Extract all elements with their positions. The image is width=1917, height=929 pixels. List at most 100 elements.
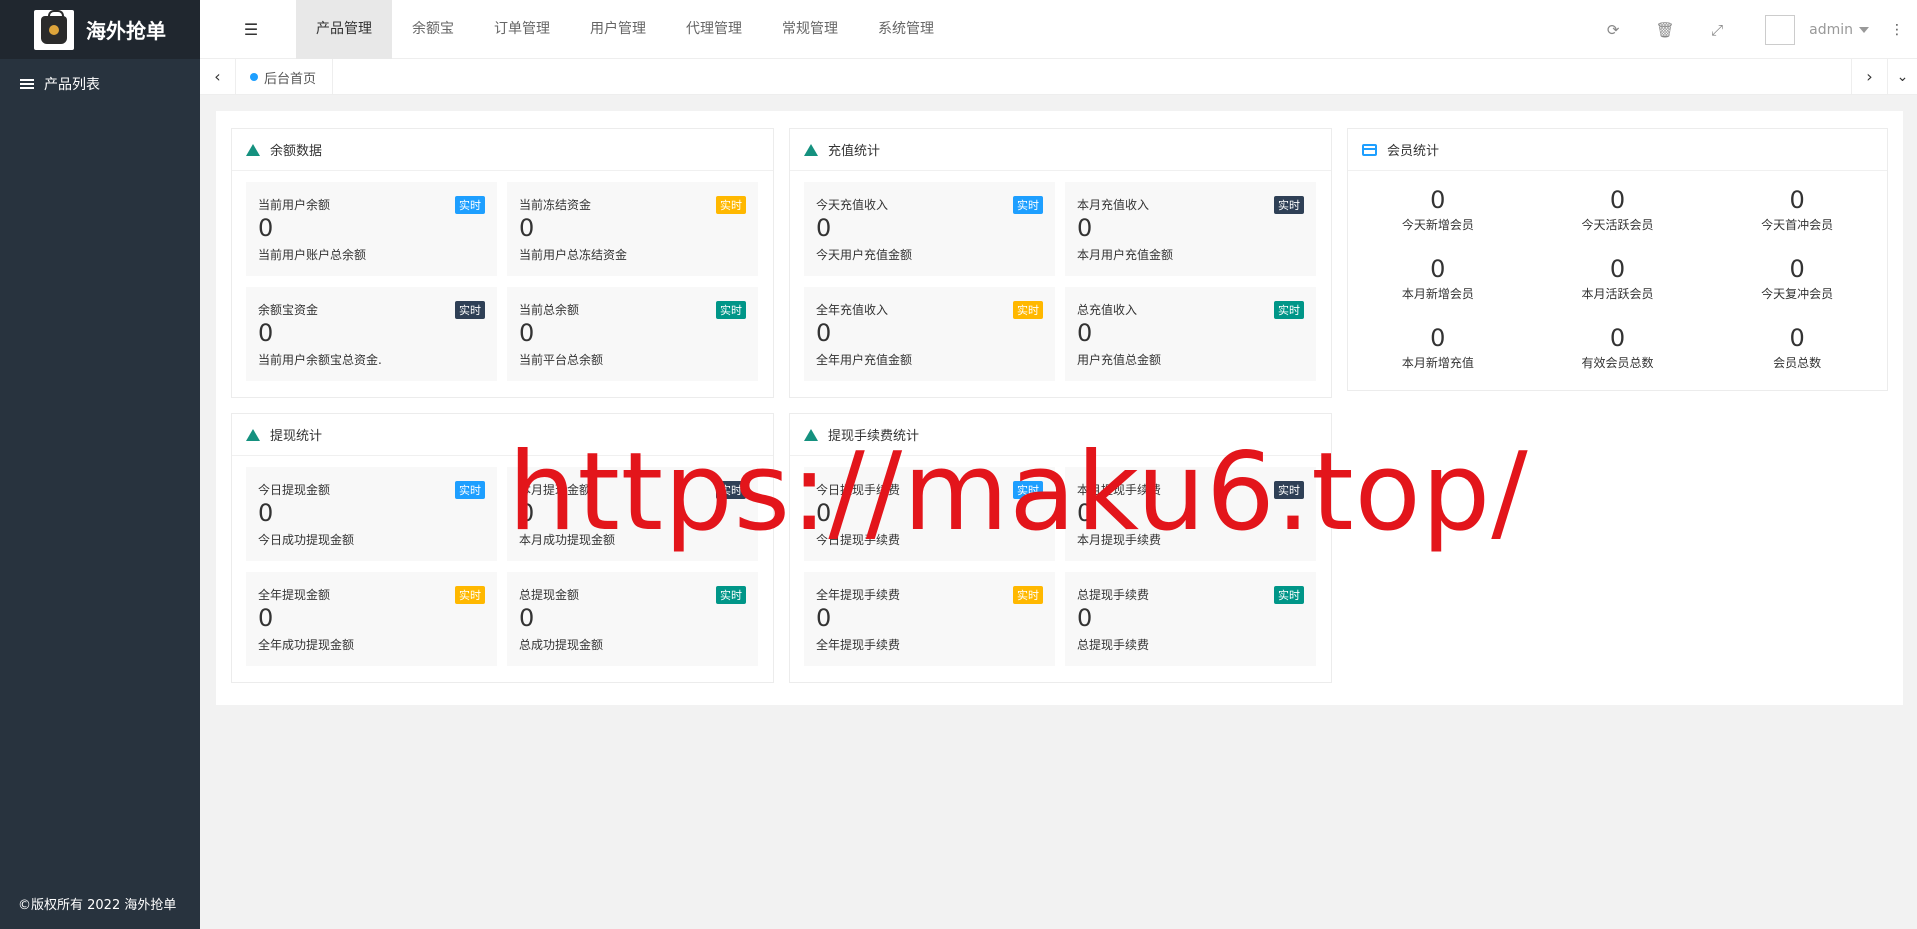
- card-title: 会员统计: [1387, 144, 1440, 159]
- realtime-badge: 实时: [1274, 196, 1304, 214]
- member-stat: 0 本月新增充值: [1348, 324, 1528, 371]
- stat-value: 0: [519, 319, 535, 347]
- list-icon: [20, 79, 34, 89]
- stat-label: 当前总余额: [519, 303, 580, 317]
- logo[interactable]: 海外抢单: [0, 0, 200, 59]
- stat-desc: 当前用户总冻结资金: [519, 248, 628, 262]
- stat-desc: 当前用户余额宝总资金.: [258, 353, 382, 367]
- tab-home[interactable]: 后台首页: [236, 59, 334, 95]
- card-title: 充值统计: [828, 144, 881, 159]
- card-header: 会员统计: [1348, 129, 1887, 171]
- realtime-badge: 实时: [1274, 301, 1304, 319]
- member-stat: 0 会员总数: [1707, 324, 1887, 371]
- user-name[interactable]: admin: [1809, 22, 1853, 38]
- nav-item-product[interactable]: 产品管理: [296, 0, 392, 59]
- credit-card-icon: [1362, 143, 1377, 156]
- member-stat: 0 今天首冲会员: [1707, 186, 1887, 233]
- menu-toggle-icon[interactable]: ☰: [226, 0, 276, 59]
- nav-item-yuebao[interactable]: 余额宝: [392, 0, 474, 59]
- member-stat-label: 会员总数: [1773, 356, 1822, 370]
- stat-box: 全年提现手续费 实时 0 全年提现手续费: [804, 572, 1055, 666]
- stat-desc: 用户充值总金额: [1077, 353, 1162, 367]
- member-stat-value: 0: [1430, 324, 1446, 352]
- avatar[interactable]: [1765, 14, 1796, 45]
- realtime-badge: 实时: [1013, 196, 1043, 214]
- member-stat-label: 今天复冲会员: [1761, 287, 1834, 301]
- stat-label: 全年充值收入: [816, 303, 889, 317]
- member-stat: 0 今天新增会员: [1348, 186, 1528, 233]
- realtime-badge: 实时: [1274, 586, 1304, 604]
- stat-value: 0: [1077, 604, 1093, 632]
- member-stat: 0 本月新增会员: [1348, 255, 1528, 302]
- member-stat-label: 本月活跃会员: [1581, 287, 1654, 301]
- member-stat-label: 今天新增会员: [1401, 218, 1474, 232]
- realtime-badge: 实时: [455, 196, 485, 214]
- realtime-badge: 实时: [455, 301, 485, 319]
- member-stat-value: 0: [1430, 186, 1446, 214]
- stat-label: 全年提现手续费: [816, 588, 901, 602]
- stat-desc: 总提现手续费: [1077, 638, 1150, 652]
- stat-value: 0: [258, 319, 274, 347]
- nav-item-system[interactable]: 系统管理: [858, 0, 954, 59]
- stat-value: 0: [258, 214, 274, 242]
- stat-box: 全年提现金额 实时 0 全年成功提现金额: [246, 572, 497, 666]
- balance-card: 余额数据 当前用户余额 实时 0 当前用户账户总余额 当前冻结资金 实时 0 当…: [231, 128, 774, 398]
- stat-desc: 今日成功提现金额: [258, 533, 355, 547]
- stat-desc: 本月用户充值金额: [1077, 248, 1174, 262]
- realtime-badge: 实时: [716, 586, 746, 604]
- chevron-down-icon[interactable]: ⌄: [1887, 59, 1917, 95]
- dashboard-content: 余额数据 当前用户余额 实时 0 当前用户账户总余额 当前冻结资金 实时 0 当…: [216, 111, 1903, 705]
- stat-box: 总提现手续费 实时 0 总提现手续费: [1065, 572, 1316, 666]
- realtime-badge: 实时: [455, 481, 485, 499]
- member-stat-value: 0: [1789, 255, 1805, 283]
- card-title: 余额数据: [270, 144, 323, 159]
- stat-label: 当前冻结资金: [519, 198, 592, 212]
- copyright: ©版权所有 2022 海外抢单: [18, 898, 177, 913]
- stat-value: 0: [519, 604, 535, 632]
- member-stat-value: 0: [1609, 324, 1626, 352]
- stat-box: 本月充值收入 实时 0 本月用户充值金额: [1065, 182, 1316, 276]
- stat-desc: 全年提现手续费: [816, 638, 901, 652]
- member-stat: 0 今天复冲会员: [1707, 255, 1887, 302]
- stat-label: 总提现金额: [519, 588, 580, 602]
- more-icon[interactable]: ⋮: [1877, 22, 1917, 38]
- stat-box: 当前冻结资金 实时 0 当前用户总冻结资金: [507, 182, 758, 276]
- stat-label: 全年提现金额: [258, 588, 331, 602]
- fullscreen-icon[interactable]: ⤢: [1691, 21, 1743, 39]
- stat-box: 总提现金额 实时 0 总成功提现金额: [507, 572, 758, 666]
- top-nav: 产品管理 余额宝 订单管理 用户管理 代理管理 常规管理 系统管理: [296, 0, 954, 59]
- stat-value: 0: [519, 214, 535, 242]
- stat-desc: 当前平台总余额: [519, 353, 604, 367]
- realtime-badge: 实时: [1013, 586, 1043, 604]
- member-stat: 0 本月活跃会员: [1528, 255, 1708, 302]
- stat-desc: 今天用户充值金额: [816, 248, 913, 262]
- stat-box: 全年充值收入 实时 0 全年用户充值金额: [804, 287, 1055, 381]
- member-stat-label: 今天首冲会员: [1761, 218, 1834, 232]
- nav-item-users[interactable]: 用户管理: [570, 0, 666, 59]
- trash-icon[interactable]: 🗑: [1639, 21, 1691, 39]
- member-stat-label: 有效会员总数: [1581, 356, 1654, 370]
- stat-desc: 全年用户充值金额: [816, 353, 913, 367]
- chevron-left-icon[interactable]: ‹: [200, 59, 236, 95]
- stat-box: 余额宝资金 实时 0 当前用户余额宝总资金.: [246, 287, 497, 381]
- chevron-right-icon[interactable]: ›: [1851, 59, 1887, 95]
- stat-box: 当前总余额 实时 0 当前平台总余额: [507, 287, 758, 381]
- nav-item-orders[interactable]: 订单管理: [474, 0, 570, 59]
- member-stat-label: 今天活跃会员: [1581, 218, 1654, 232]
- member-stat-value: 0: [1789, 186, 1805, 214]
- tab-home-label: 后台首页: [264, 71, 317, 87]
- nav-item-agents[interactable]: 代理管理: [666, 0, 762, 59]
- warning-icon: [804, 143, 818, 156]
- tab-bar: ‹ 后台首页 › ⌄: [200, 59, 1917, 95]
- refresh-icon[interactable]: ⟳: [1587, 21, 1639, 39]
- stat-value: 0: [1077, 214, 1093, 242]
- stat-value: 0: [816, 604, 832, 632]
- sidebar-item-product-list[interactable]: 产品列表: [0, 59, 200, 109]
- chevron-down-icon[interactable]: [1859, 26, 1869, 33]
- stat-value: 0: [1077, 319, 1093, 347]
- stat-value: 0: [258, 499, 274, 527]
- stat-desc: 当前用户账户总余额: [258, 248, 367, 262]
- member-stat-value: 0: [1609, 255, 1626, 283]
- logo-image: [34, 9, 74, 50]
- nav-item-general[interactable]: 常规管理: [762, 0, 858, 59]
